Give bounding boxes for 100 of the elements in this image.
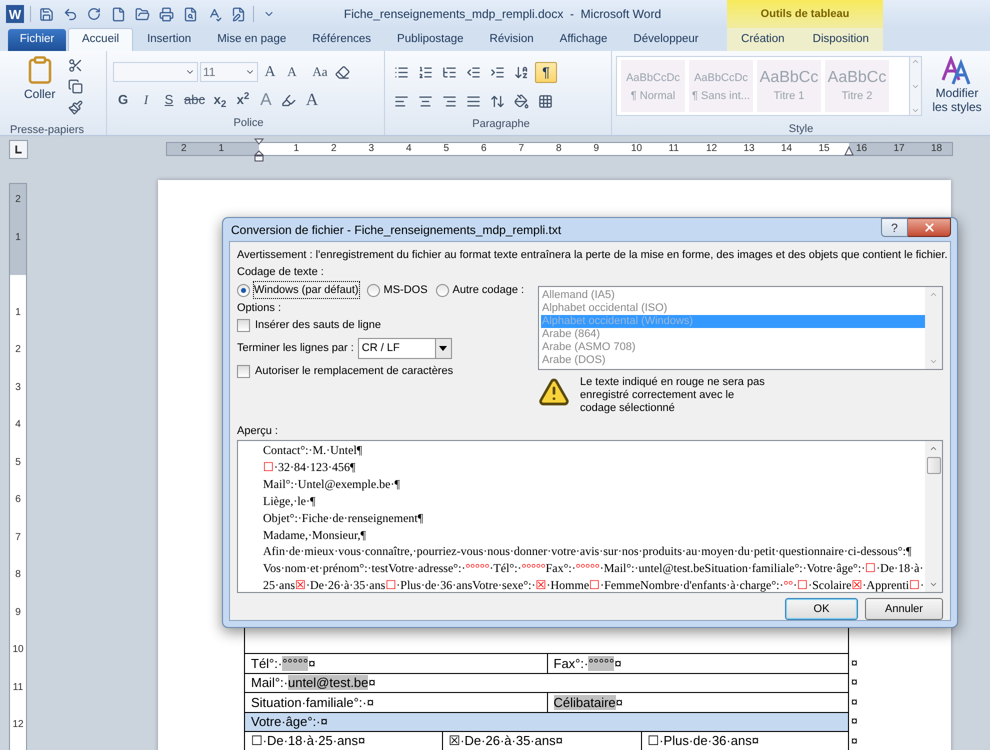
bold-button[interactable]: G bbox=[113, 90, 133, 110]
ruler-number: 5 bbox=[444, 143, 450, 155]
shrink-font-button[interactable]: A bbox=[282, 62, 302, 82]
ruler-number: 2 bbox=[181, 143, 187, 155]
ribbon-tab[interactable]: Affichage bbox=[548, 29, 620, 51]
ruler-number: 8 bbox=[14, 569, 22, 581]
preview-line: Madame,·Monsieur,¶ bbox=[263, 526, 367, 544]
dialog-button[interactable]: Annuler bbox=[865, 598, 943, 620]
help-button[interactable]: ? bbox=[881, 218, 908, 237]
ruler-number: 10 bbox=[631, 143, 642, 155]
row-end-mark: ¤ bbox=[851, 654, 858, 672]
ruler-number: 2 bbox=[331, 143, 337, 155]
ruler-number: 1 bbox=[14, 232, 22, 244]
table-cell-text: Tél°:·°°°°°¤ bbox=[251, 654, 316, 672]
ruler-number: 1 bbox=[294, 143, 300, 155]
ribbon-tab[interactable]: Fichier bbox=[8, 29, 66, 51]
ruler-number: 13 bbox=[744, 143, 755, 155]
ruler-number: 7 bbox=[518, 143, 524, 155]
app-logo[interactable]: W bbox=[6, 5, 24, 23]
ribbon-tab[interactable]: Développeur bbox=[621, 29, 711, 51]
more-styles-icon bbox=[911, 106, 920, 115]
ribbon-tab[interactable]: Insertion bbox=[135, 29, 204, 51]
ruler-number: 1 bbox=[14, 306, 22, 318]
row-end-mark: ¤ bbox=[851, 732, 858, 750]
radio-label: Autre codage : bbox=[452, 282, 524, 298]
warning-icon bbox=[538, 376, 570, 408]
ribbon-tab[interactable]: Disposition bbox=[800, 29, 881, 51]
font-size-field[interactable]: 11 bbox=[200, 62, 258, 82]
checkbox[interactable] bbox=[237, 318, 250, 332]
ruler-number: 11 bbox=[12, 682, 24, 694]
notice-text: Le texte indiqué en rouge ne sera pas enregistré correctement avec le codage sélectionné bbox=[580, 376, 766, 415]
preview-line: ☐·32·84·123·456¶ bbox=[263, 458, 356, 476]
ribbon-tab[interactable]: Publipostage bbox=[385, 29, 476, 51]
preview-line: 25·ans☒·De·26·à·35·ans☐·Plus·de·36·ansVotre·sexe°:·☒·Homme☐·FemmeNombre·d'enfants·à·charge°:·°°·☐·Scolaire☒·Apprenti☐· bbox=[263, 577, 925, 594]
table-cell-text: Mail°:·untel@test.be¤ bbox=[251, 674, 376, 692]
indent-marker-icon[interactable] bbox=[254, 138, 264, 162]
radio-button[interactable] bbox=[366, 284, 380, 296]
strikethrough-button[interactable]: abc bbox=[182, 90, 207, 110]
grow-font-button[interactable]: A bbox=[260, 62, 280, 82]
preview-line: Objet°:·Fiche·de·renseignement¶ bbox=[263, 510, 424, 527]
checkbox-label: Autoriser le remplacement de caractères bbox=[255, 364, 454, 379]
preview-line: Liège,·le·¶ bbox=[263, 492, 316, 510]
table-cell-text: Fax°:·°°°°°¤ bbox=[554, 654, 622, 672]
line-ending-dropdown[interactable]: CR / LF bbox=[358, 338, 452, 359]
table-cell-text: Célibataire¤ bbox=[554, 694, 623, 712]
change-styles-button[interactable]: Modifier les styles bbox=[927, 56, 987, 116]
preview-line: Mail°:·Untel@exemple.be·¶ bbox=[263, 476, 401, 493]
contextual-tab-header: Outils de tableau bbox=[727, 0, 883, 28]
table-cell-text: ☐·Plus·de·36·ans¤ bbox=[648, 732, 759, 750]
dropdown-arrow-icon bbox=[439, 346, 448, 351]
row-end-mark: ¤ bbox=[851, 674, 858, 692]
ribbon-tab[interactable]: Accueil bbox=[68, 28, 134, 51]
checkbox[interactable] bbox=[237, 364, 250, 378]
ruler-number: 3 bbox=[368, 143, 374, 155]
radio-label: Windows (par défaut) bbox=[254, 282, 359, 298]
paste-button[interactable]: Coller bbox=[24, 55, 56, 117]
gallery-scrollbar[interactable] bbox=[909, 57, 921, 115]
ribbon-tab[interactable]: Références bbox=[300, 29, 384, 51]
printer-icon[interactable] bbox=[157, 5, 175, 23]
ruler-number: 2 bbox=[14, 194, 22, 206]
right-indent-marker-icon[interactable] bbox=[844, 146, 854, 156]
ruler-number: 16 bbox=[856, 143, 868, 155]
row-end-mark: ¤ bbox=[851, 694, 858, 711]
change-case-button[interactable]: Aa bbox=[310, 62, 330, 82]
redo-icon[interactable] bbox=[85, 5, 103, 23]
preview-scrollbar[interactable] bbox=[925, 441, 942, 592]
dialog-button[interactable]: OK bbox=[785, 598, 858, 620]
ribbon-tab[interactable]: Mise en page bbox=[205, 29, 298, 51]
ribbon-tab[interactable]: Révision bbox=[478, 29, 546, 51]
ruler-number: 7 bbox=[14, 532, 22, 544]
close-button[interactable] bbox=[908, 218, 951, 237]
table-cell-text: Situation·familiale°:·¤ bbox=[251, 694, 374, 712]
font-name-field[interactable] bbox=[113, 62, 198, 82]
ruler-number: 17 bbox=[894, 143, 905, 155]
scroll-down-icon bbox=[929, 357, 938, 366]
group-label: Police bbox=[234, 117, 264, 129]
scroll-up-icon bbox=[929, 444, 938, 453]
section-label: Codage de texte : bbox=[237, 265, 325, 280]
superscript-button[interactable]: x$^{2}$ bbox=[232, 90, 253, 110]
preview-line: Contact°:·M.·Untel¶ bbox=[263, 442, 364, 459]
dialog-title: Conversion de fichier - Fiche_renseignements_mdp_rempli.txt bbox=[231, 222, 562, 238]
scroll-up-icon bbox=[911, 57, 920, 66]
underline-button[interactable]: S bbox=[159, 90, 179, 110]
ruler-number: 9 bbox=[594, 143, 600, 155]
font-color-button[interactable]: A bbox=[302, 90, 322, 110]
radio-button[interactable] bbox=[237, 284, 250, 296]
ruler-number: 1 bbox=[218, 143, 224, 155]
ruler-number: 11 bbox=[668, 143, 679, 155]
preview-line: Afin·de·mieux·vous·connaître,·pourriez-vous·nous·donner·votre·avis·sur·nos·produits·au·moyen·du·petit·questionnaire·ci-dessous°:¶ bbox=[263, 543, 912, 560]
subscript-button[interactable]: x$_{2}$ bbox=[210, 90, 230, 110]
scroll-thumb[interactable] bbox=[926, 457, 940, 474]
row-end-mark: ¤ bbox=[851, 713, 858, 730]
ruler-number: 5 bbox=[14, 456, 22, 468]
field-label: Terminer les lignes par : bbox=[237, 341, 354, 356]
radio-button[interactable] bbox=[436, 284, 449, 296]
show-marks-button[interactable]: ¶ bbox=[535, 62, 557, 83]
scroll-down-icon bbox=[929, 580, 938, 589]
ribbon-tab[interactable]: Création bbox=[729, 29, 797, 51]
tab-stop-icon[interactable] bbox=[9, 140, 28, 158]
italic-button[interactable]: I bbox=[136, 90, 156, 110]
